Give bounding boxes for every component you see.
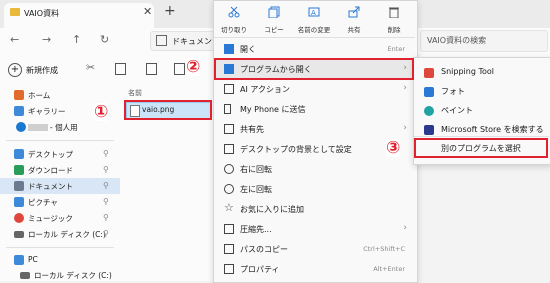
music-icon bbox=[14, 213, 24, 223]
sidebar-item-music[interactable]: ミュージック ⚲ bbox=[0, 210, 120, 226]
copy-button[interactable]: コピー bbox=[255, 0, 293, 40]
new-icon[interactable]: + bbox=[8, 63, 22, 77]
tab-close-button[interactable]: ✕ bbox=[143, 5, 152, 18]
sidebar-item-desktop[interactable]: デスクトップ ⚲ bbox=[0, 146, 120, 162]
home-icon bbox=[14, 90, 24, 100]
download-icon bbox=[14, 165, 24, 175]
submenu-paint[interactable]: ペイント bbox=[414, 101, 549, 120]
pin-icon[interactable]: ⚲ bbox=[103, 165, 109, 174]
folder-icon bbox=[10, 8, 20, 16]
menu-set-wallpaper[interactable]: デスクトップの背景として設定 bbox=[214, 139, 415, 159]
forward-arrow-icon[interactable]: → bbox=[42, 33, 51, 46]
share-button[interactable]: 共有 bbox=[335, 0, 373, 40]
share-icon bbox=[348, 6, 360, 18]
rotate-right-icon bbox=[224, 164, 234, 174]
wallpaper-icon bbox=[224, 144, 234, 154]
back-arrow-icon[interactable]: ← bbox=[10, 33, 19, 46]
delete-button[interactable]: 削除 bbox=[375, 0, 413, 40]
tab-title: VAIO資料 bbox=[24, 9, 60, 18]
properties-icon bbox=[224, 264, 234, 274]
pin-icon[interactable]: ⚲ bbox=[103, 229, 109, 238]
photos-icon bbox=[424, 87, 434, 97]
menu-share-to[interactable]: 共有先 › bbox=[214, 119, 415, 139]
highlight-file bbox=[124, 100, 212, 120]
rename-button[interactable]: A 名前の変更 bbox=[295, 0, 333, 40]
cut-icon[interactable]: ✂ bbox=[86, 61, 95, 74]
copy-icon[interactable] bbox=[115, 63, 126, 75]
rotate-left-icon bbox=[224, 184, 234, 194]
sidebar-item-downloads[interactable]: ダウンロード ⚲ bbox=[0, 162, 120, 178]
sidebar-item-home[interactable]: ホーム bbox=[0, 87, 120, 103]
sidebar-item-documents[interactable]: ドキュメント ⚲ bbox=[0, 178, 120, 194]
phone-icon bbox=[224, 104, 231, 114]
rename-icon: A bbox=[308, 7, 320, 17]
sidebar-item-local-disk[interactable]: ローカル ディスク (C:) ⚲ bbox=[0, 226, 120, 242]
drive-icon bbox=[14, 231, 24, 238]
ai-actions-icon bbox=[224, 84, 234, 94]
marker-1: ① bbox=[94, 102, 109, 122]
search-placeholder: VAIO資料の検索 bbox=[427, 36, 487, 45]
submenu-photos[interactable]: フォト bbox=[414, 82, 549, 101]
submenu-snipping-tool[interactable]: Snipping Tool bbox=[414, 63, 549, 82]
menu-ai-actions[interactable]: AI アクション › bbox=[214, 79, 415, 99]
up-arrow-icon[interactable]: ↑ bbox=[72, 33, 81, 46]
gallery-icon bbox=[14, 106, 24, 116]
pin-icon[interactable]: ⚲ bbox=[103, 149, 109, 158]
pictures-icon bbox=[14, 197, 24, 207]
copy-path-icon bbox=[224, 244, 234, 254]
copy-icon bbox=[268, 6, 280, 18]
pin-icon[interactable]: ⚲ bbox=[103, 213, 109, 222]
new-tab-button[interactable]: + bbox=[164, 3, 176, 19]
pc-icon bbox=[14, 255, 24, 265]
highlight-choose-app bbox=[414, 138, 548, 158]
highlight-open-with bbox=[214, 58, 414, 80]
share-to-icon bbox=[224, 124, 234, 134]
menu-rotate-left[interactable]: 左に回転 bbox=[214, 179, 415, 199]
paste-icon[interactable] bbox=[146, 63, 157, 75]
menu-rotate-right[interactable]: 右に回転 bbox=[214, 159, 415, 179]
menu-properties[interactable]: プロパティ Alt+Enter bbox=[214, 259, 415, 279]
rename-icon[interactable] bbox=[174, 63, 185, 75]
menu-add-favorite[interactable]: ☆ お気に入りに追加 bbox=[214, 199, 415, 219]
new-button-label[interactable]: 新規作成 bbox=[26, 65, 58, 76]
menu-compress-to[interactable]: 圧縮先... › bbox=[214, 219, 415, 239]
sidebar-item-pictures[interactable]: ピクチャ ⚲ bbox=[0, 194, 120, 210]
marker-3: ③ bbox=[386, 138, 401, 158]
pin-icon[interactable]: ⚲ bbox=[103, 181, 109, 190]
store-icon bbox=[424, 125, 434, 135]
desktop-icon bbox=[14, 149, 24, 159]
zip-icon bbox=[224, 224, 234, 234]
drive-icon bbox=[20, 272, 30, 279]
sidebar-item-pc[interactable]: PC bbox=[0, 252, 120, 268]
cut-icon bbox=[228, 6, 240, 18]
delete-icon bbox=[389, 7, 399, 18]
cut-button[interactable]: 切り取り bbox=[215, 0, 253, 40]
pin-icon[interactable]: ⚲ bbox=[103, 197, 109, 206]
open-icon bbox=[224, 44, 234, 54]
column-header-name[interactable]: 名前 bbox=[128, 88, 142, 98]
marker-2: ② bbox=[186, 57, 201, 77]
paint-icon bbox=[424, 106, 434, 116]
menu-send-to-phone[interactable]: My Phone に送信 bbox=[214, 99, 415, 119]
onedrive-icon bbox=[16, 122, 26, 132]
blurred-name bbox=[28, 124, 48, 131]
star-icon: ☆ bbox=[224, 201, 234, 214]
svg-text:A: A bbox=[311, 9, 316, 17]
documents-icon bbox=[14, 181, 24, 191]
refresh-icon[interactable]: ↻ bbox=[100, 33, 109, 46]
snipping-tool-icon bbox=[424, 68, 434, 78]
menu-copy-path[interactable]: パスのコピー Ctrl+Shift+C bbox=[214, 239, 415, 259]
menu-open[interactable]: 開く Enter bbox=[214, 39, 415, 59]
monitor-icon bbox=[156, 35, 167, 46]
